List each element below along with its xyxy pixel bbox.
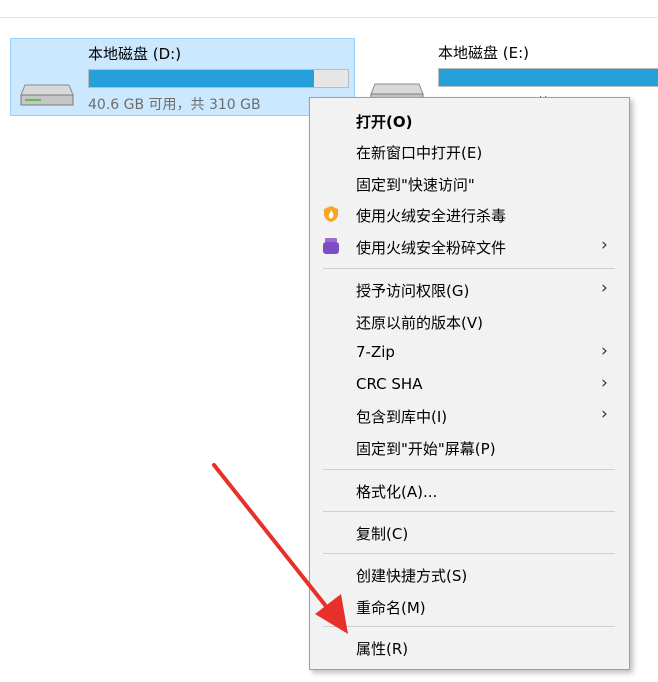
menu-item-label: 在新窗口中打开(E) (356, 144, 483, 162)
menu-item-copy[interactable]: 复制(C) (311, 517, 628, 548)
menu-item-label: 使用火绒安全粉碎文件 (356, 239, 507, 257)
menu-item-format[interactable]: 格式化(A)... (311, 475, 628, 506)
chevron-right-icon: › (601, 235, 608, 255)
menu-separator (323, 626, 615, 627)
menu-item-label: 固定到"快速访问" (356, 176, 475, 194)
menu-item-label: 授予访问权限(G) (356, 282, 470, 300)
drive-d-usage-bar (88, 69, 349, 88)
menu-item-label: 包含到库中(I) (356, 408, 448, 426)
menu-item-label: 使用火绒安全进行杀毒 (356, 207, 507, 225)
menu-item-label: 还原以前的版本(V) (356, 314, 483, 332)
menu-separator (323, 469, 615, 470)
menu-item-include-library[interactable]: 包含到库中(I) › (311, 400, 628, 431)
menu-item-huorong-scan[interactable]: 使用火绒安全进行杀毒 (311, 199, 628, 230)
menu-separator (323, 511, 615, 512)
drive-e-usage-bar (438, 68, 658, 87)
huorong-shredder-icon (323, 238, 339, 254)
menu-item-label: 7-Zip (356, 343, 395, 361)
menu-item-give-access[interactable]: 授予访问权限(G) › (311, 274, 628, 305)
menu-separator (323, 268, 615, 269)
menu-item-label: 打开(O) (356, 113, 413, 131)
menu-item-open-new-window[interactable]: 在新窗口中打开(E) (311, 136, 628, 167)
drive-d-usage-fill (89, 70, 315, 87)
menu-item-restore-versions[interactable]: 还原以前的版本(V) (311, 306, 628, 337)
drive-d-name: 本地磁盘 (D:) (88, 45, 182, 63)
drive-e-name: 本地磁盘 (E:) (438, 44, 530, 62)
menu-item-open[interactable]: 打开(O) (311, 105, 628, 136)
menu-item-label: 属性(R) (356, 640, 409, 658)
menu-item-rename[interactable]: 重命名(M) (311, 591, 628, 622)
top-divider (0, 17, 658, 18)
menu-item-create-shortcut[interactable]: 创建快捷方式(S) (311, 559, 628, 590)
menu-item-label: CRC SHA (356, 375, 423, 393)
menu-item-label: 复制(C) (356, 525, 409, 543)
drive-e-usage-fill (439, 69, 658, 86)
drive-d-tile[interactable]: 本地磁盘 (D:) 40.6 GB 可用，共 310 GB (10, 38, 355, 116)
hard-drive-icon (20, 84, 74, 106)
huorong-shield-icon (324, 206, 338, 222)
menu-separator (323, 553, 615, 554)
menu-item-label: 创建快捷方式(S) (356, 567, 468, 585)
menu-item-properties[interactable]: 属性(R) (311, 632, 628, 663)
context-menu: 打开(O) 在新窗口中打开(E) 固定到"快速访问" 使用火绒安全进行杀毒 使用… (309, 97, 630, 670)
menu-item-huorong-shred[interactable]: 使用火绒安全粉碎文件 › (311, 231, 628, 262)
menu-item-7zip[interactable]: 7-Zip › (311, 337, 628, 368)
menu-item-crc-sha[interactable]: CRC SHA › (311, 369, 628, 400)
chevron-right-icon: › (601, 404, 608, 424)
drive-d-free-space: 40.6 GB 可用，共 310 GB (88, 97, 261, 113)
menu-item-pin-quick-access[interactable]: 固定到"快速访问" (311, 168, 628, 199)
menu-item-label: 重命名(M) (356, 599, 426, 617)
chevron-right-icon: › (601, 373, 608, 393)
menu-item-pin-start[interactable]: 固定到"开始"屏幕(P) (311, 432, 628, 463)
menu-item-label: 格式化(A)... (356, 483, 438, 501)
menu-item-label: 固定到"开始"屏幕(P) (356, 440, 496, 458)
chevron-right-icon: › (601, 341, 608, 361)
chevron-right-icon: › (601, 278, 608, 298)
